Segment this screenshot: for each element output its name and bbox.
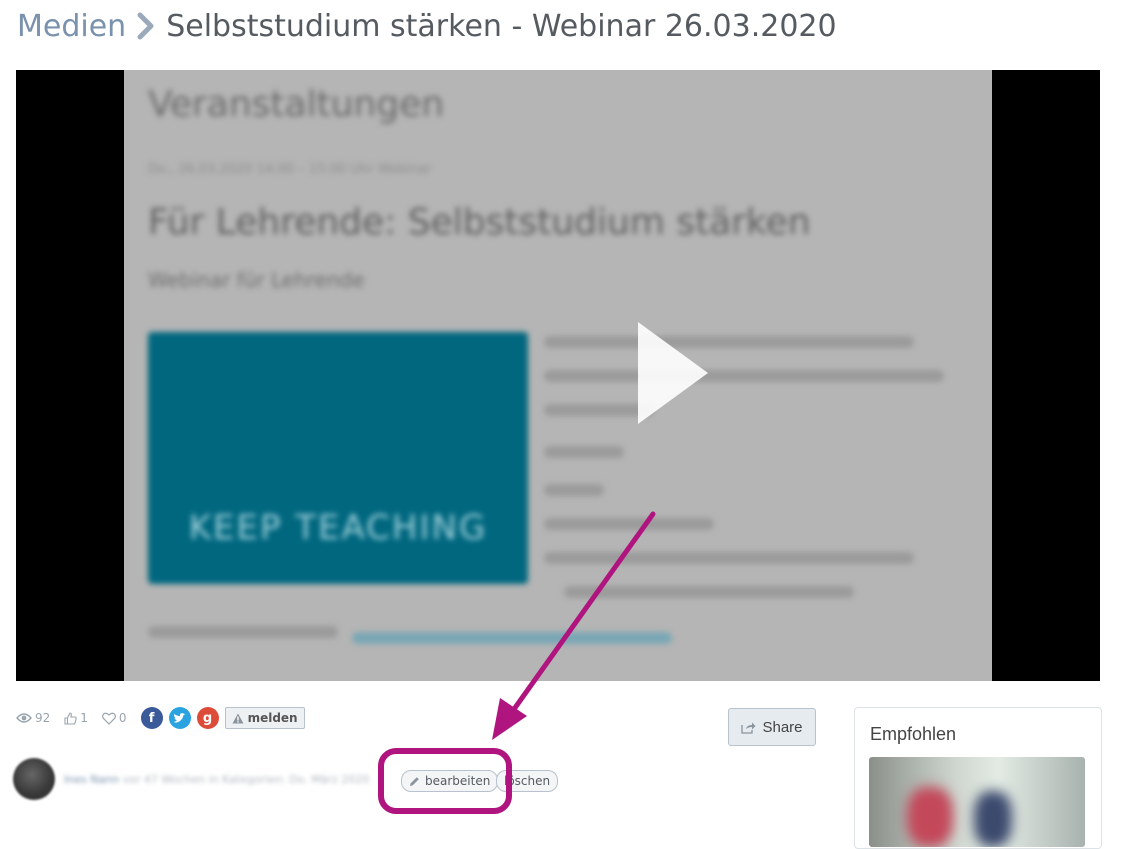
recommended-panel: Empfohlen xyxy=(854,707,1102,849)
video-text-line xyxy=(544,484,604,496)
thumbs-up-icon xyxy=(64,711,77,725)
warning-icon xyxy=(232,713,244,723)
eye-icon xyxy=(16,713,32,723)
like-button[interactable]: 1 xyxy=(64,711,88,725)
video-title: Für Lehrende: Selbststudium stärken xyxy=(148,202,811,243)
report-label: melden xyxy=(247,711,298,725)
chevron-right-icon xyxy=(137,12,154,40)
favorites-count: 0 xyxy=(118,711,127,725)
recommended-title: Empfohlen xyxy=(870,724,957,744)
favorite-button[interactable]: 0 xyxy=(101,711,127,725)
views-count: 92 xyxy=(35,711,51,725)
video-player[interactable]: Veranstaltungen Do., 26.03.2020 14:00 – … xyxy=(16,70,1100,681)
heart-icon xyxy=(101,712,116,725)
share-icon xyxy=(741,722,756,734)
video-text-line xyxy=(148,626,338,638)
google-plus-share-icon[interactable]: g xyxy=(196,707,219,729)
views-stat: 92 xyxy=(16,711,50,725)
share-button[interactable]: Share xyxy=(728,708,816,746)
video-text-line xyxy=(544,552,914,564)
share-label: Share xyxy=(762,718,803,736)
twitter-bird-icon xyxy=(173,712,186,723)
media-stats: 92 1 0 f g melden xyxy=(16,706,305,730)
video-heading: Veranstaltungen xyxy=(148,84,445,125)
thumbnail-figure xyxy=(907,787,953,847)
video-text-link xyxy=(352,632,672,644)
author-info: Ines Nann vor 47 Wochen in Kategorien: D… xyxy=(64,773,369,786)
author-name[interactable]: Ines Nann xyxy=(64,773,119,786)
breadcrumb: Medien Selbststudium stärken - Webinar 2… xyxy=(17,6,837,46)
play-icon[interactable] xyxy=(632,318,712,428)
video-subtitle: Webinar für Lehrende xyxy=(148,268,365,292)
likes-count: 1 xyxy=(80,711,88,725)
video-banner: KEEP TEACHING xyxy=(148,332,528,584)
video-text-line xyxy=(544,336,914,348)
recommended-video-thumbnail[interactable] xyxy=(869,757,1085,847)
video-text-line xyxy=(564,586,854,598)
author-meta: vor 47 Wochen in Kategorien: Do. März 20… xyxy=(122,773,370,786)
video-frame: Veranstaltungen Do., 26.03.2020 14:00 – … xyxy=(124,70,992,681)
twitter-share-icon[interactable] xyxy=(168,707,191,729)
page-title: Selbststudium stärken - Webinar 26.03.20… xyxy=(166,8,837,44)
avatar[interactable] xyxy=(13,758,55,800)
video-text-line xyxy=(544,446,624,458)
breadcrumb-medien-link[interactable]: Medien xyxy=(17,9,126,44)
annotation-highlight-box xyxy=(378,748,512,814)
thumbnail-figure xyxy=(974,791,1012,847)
video-text-line xyxy=(544,518,714,530)
facebook-share-icon[interactable]: f xyxy=(140,707,163,729)
report-button[interactable]: melden xyxy=(224,707,305,729)
video-banner-text: KEEP TEACHING xyxy=(188,508,488,548)
video-text-line xyxy=(544,370,944,382)
video-meta: Do., 26.03.2020 14:00 – 15:00 Uhr Webina… xyxy=(148,162,432,177)
